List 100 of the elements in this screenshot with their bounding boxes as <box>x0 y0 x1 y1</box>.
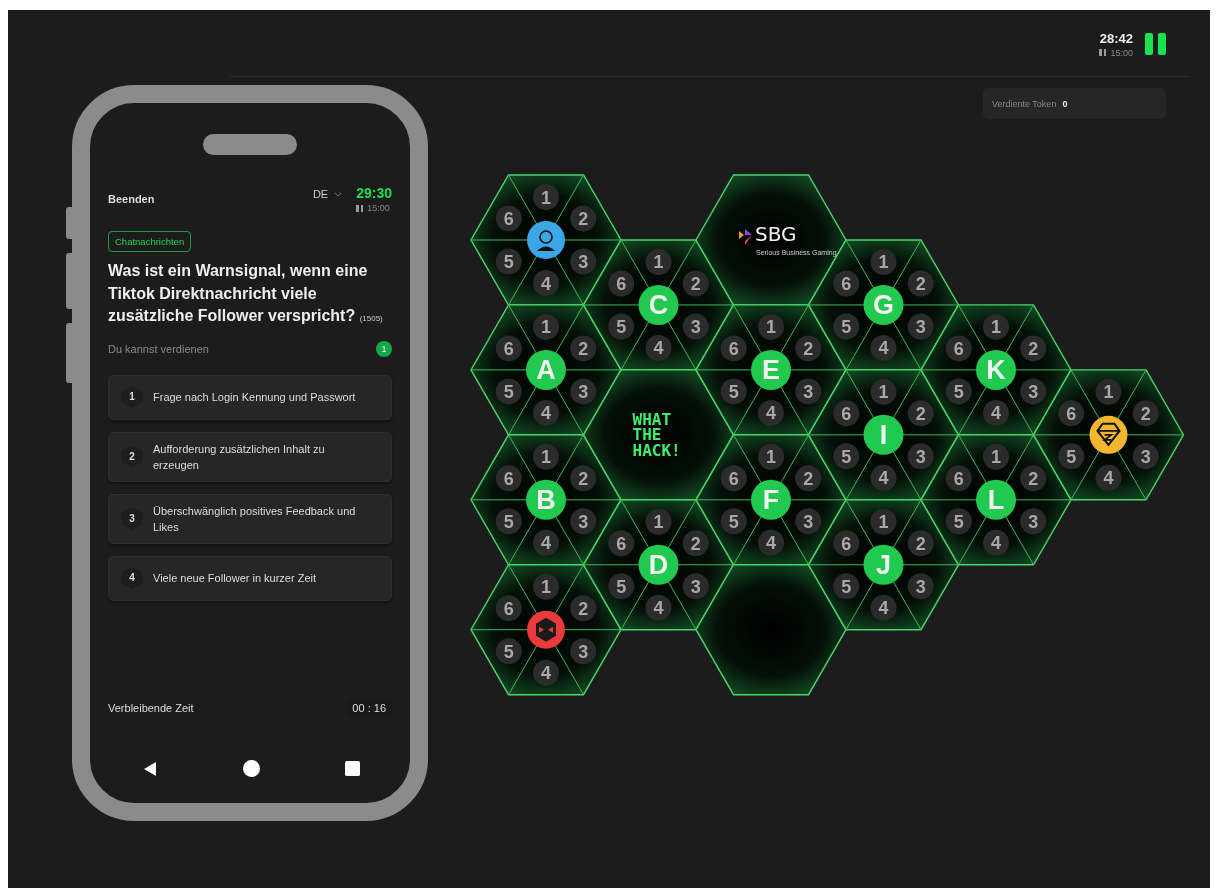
number-badge[interactable]: 2 <box>570 335 597 362</box>
number-badge[interactable]: 2 <box>795 335 822 362</box>
number-badge[interactable]: 4 <box>983 529 1009 556</box>
number-badge[interactable]: 4 <box>870 594 897 621</box>
number-badge[interactable]: 5 <box>833 573 860 600</box>
pause-button[interactable] <box>1145 33 1166 55</box>
end-link[interactable]: Beenden <box>108 193 155 205</box>
number-badge[interactable]: 1 <box>870 378 897 405</box>
number-badge[interactable]: 5 <box>945 508 972 535</box>
number-badge[interactable]: 2 <box>570 595 597 622</box>
number-badge[interactable]: 3 <box>570 638 597 665</box>
number-badge[interactable]: 2 <box>1020 465 1047 492</box>
number-badge[interactable]: 2 <box>1132 400 1159 427</box>
number-badge[interactable]: 5 <box>945 378 972 405</box>
number-badge[interactable]: 5 <box>833 443 860 470</box>
number-badge[interactable]: 2 <box>907 400 934 427</box>
number-badge[interactable]: 2 <box>570 205 597 232</box>
number-badge[interactable]: 6 <box>495 465 522 492</box>
answer-option[interactable]: 4 Viele neue Follower in kurzer Zeit <box>108 555 392 601</box>
number-badge[interactable]: 4 <box>533 270 559 296</box>
back-icon[interactable] <box>142 760 158 777</box>
number-badge[interactable]: 6 <box>495 595 522 622</box>
number-badge[interactable]: 6 <box>833 400 860 427</box>
number-badge[interactable]: 5 <box>495 508 522 535</box>
number-badge[interactable]: 3 <box>795 508 822 535</box>
question-text: Was ist ein Warnsignal, wenn eine Tiktok Direktnachricht viele zusätzliche Follower verspricht? (1505) <box>108 261 384 326</box>
number-badge[interactable]: 6 <box>1058 400 1085 427</box>
number-badge[interactable]: 6 <box>720 465 747 492</box>
number-badge[interactable]: 1 <box>758 443 784 470</box>
number-badge[interactable]: 4 <box>645 594 672 621</box>
number-badge[interactable]: 6 <box>608 270 635 297</box>
number-badge[interactable]: 3 <box>682 573 709 600</box>
number-badge[interactable]: 1 <box>758 313 784 340</box>
number-badge[interactable]: 5 <box>1058 443 1085 470</box>
number-badge[interactable]: 6 <box>833 530 860 557</box>
answer-option[interactable]: 1 Frage nach Login Kennung und Passwort <box>108 374 392 420</box>
number-badge[interactable]: 6 <box>608 530 635 557</box>
number-badge[interactable]: 3 <box>907 313 934 340</box>
number-badge[interactable]: 1 <box>533 184 559 210</box>
number-badge[interactable]: 1 <box>870 248 897 275</box>
number-badge[interactable]: 5 <box>608 313 635 340</box>
answer-option[interactable]: 2 Aufforderung zusätzlichen Inhalt zu erzeugen <box>108 431 392 482</box>
number-badge[interactable]: 4 <box>533 659 559 686</box>
number-badge[interactable]: 4 <box>983 399 1009 426</box>
number-badge[interactable]: 5 <box>495 248 522 275</box>
number-badge[interactable]: 6 <box>495 205 522 232</box>
number-badge[interactable]: 2 <box>570 465 597 492</box>
number-badge[interactable]: 1 <box>1095 378 1122 405</box>
number-badge[interactable]: 1 <box>533 313 559 340</box>
number-badge[interactable]: 5 <box>833 313 860 340</box>
number-badge[interactable]: 3 <box>570 378 597 405</box>
number-badge[interactable]: 3 <box>1020 508 1047 535</box>
number-badge[interactable]: 3 <box>795 378 822 405</box>
number-badge[interactable]: 5 <box>720 508 747 535</box>
number-badge[interactable]: 4 <box>758 399 784 426</box>
number-badge[interactable]: 1 <box>533 573 559 600</box>
logo-name: SBG <box>755 222 797 246</box>
number-badge[interactable]: 2 <box>682 530 709 557</box>
number-badge[interactable]: 4 <box>1095 464 1122 491</box>
number-badge[interactable]: 4 <box>533 399 559 426</box>
number-badge[interactable]: 1 <box>983 443 1009 470</box>
number-badge[interactable]: 3 <box>570 508 597 535</box>
number-badge[interactable]: 2 <box>1020 335 1047 362</box>
number-badge[interactable]: 6 <box>945 335 972 362</box>
number-badge[interactable]: 5 <box>608 573 635 600</box>
number-badge[interactable]: 3 <box>1020 378 1047 405</box>
number-badge[interactable]: 4 <box>533 529 559 556</box>
number-badge[interactable]: 4 <box>758 529 784 556</box>
number-badge[interactable]: 2 <box>682 270 709 297</box>
number-badge[interactable]: 3 <box>1132 443 1159 470</box>
remaining-label: Verbleibende Zeit <box>108 702 194 714</box>
number-badge[interactable]: 2 <box>907 530 934 557</box>
number-badge[interactable]: 1 <box>870 508 897 535</box>
home-icon[interactable] <box>243 760 260 777</box>
number-badge[interactable]: 4 <box>870 334 897 361</box>
number-badge[interactable]: 1 <box>645 248 672 275</box>
number-badge[interactable]: 4 <box>870 464 897 491</box>
language-select[interactable]: DE <box>312 188 343 200</box>
number-badge[interactable]: 3 <box>907 573 934 600</box>
number-badge[interactable]: 1 <box>645 508 672 535</box>
number-badge[interactable]: 3 <box>682 313 709 340</box>
brand-logo: WHAT THE HACK! <box>632 409 681 460</box>
player-token[interactable] <box>1089 415 1128 454</box>
number-badge[interactable]: 2 <box>795 465 822 492</box>
number-badge[interactable]: 5 <box>495 378 522 405</box>
number-badge[interactable]: 6 <box>495 335 522 362</box>
number-badge[interactable]: 3 <box>570 248 597 275</box>
player-token[interactable] <box>527 221 565 259</box>
number-badge[interactable]: 3 <box>907 443 934 470</box>
number-badge[interactable]: 5 <box>720 378 747 405</box>
game-timer: 28:42 <box>1099 30 1133 46</box>
number-badge[interactable]: 1 <box>533 443 559 470</box>
number-badge[interactable]: 6 <box>945 465 972 492</box>
answer-option[interactable]: 3 Überschwänglich positives Feedback und Likes <box>108 493 392 544</box>
number-badge[interactable]: 6 <box>720 335 747 362</box>
number-badge[interactable]: 4 <box>645 334 672 361</box>
number-badge[interactable]: 2 <box>907 270 934 297</box>
number-badge[interactable]: 6 <box>833 270 860 297</box>
number-badge[interactable]: 1 <box>983 313 1009 340</box>
number-badge[interactable]: 5 <box>495 638 522 665</box>
